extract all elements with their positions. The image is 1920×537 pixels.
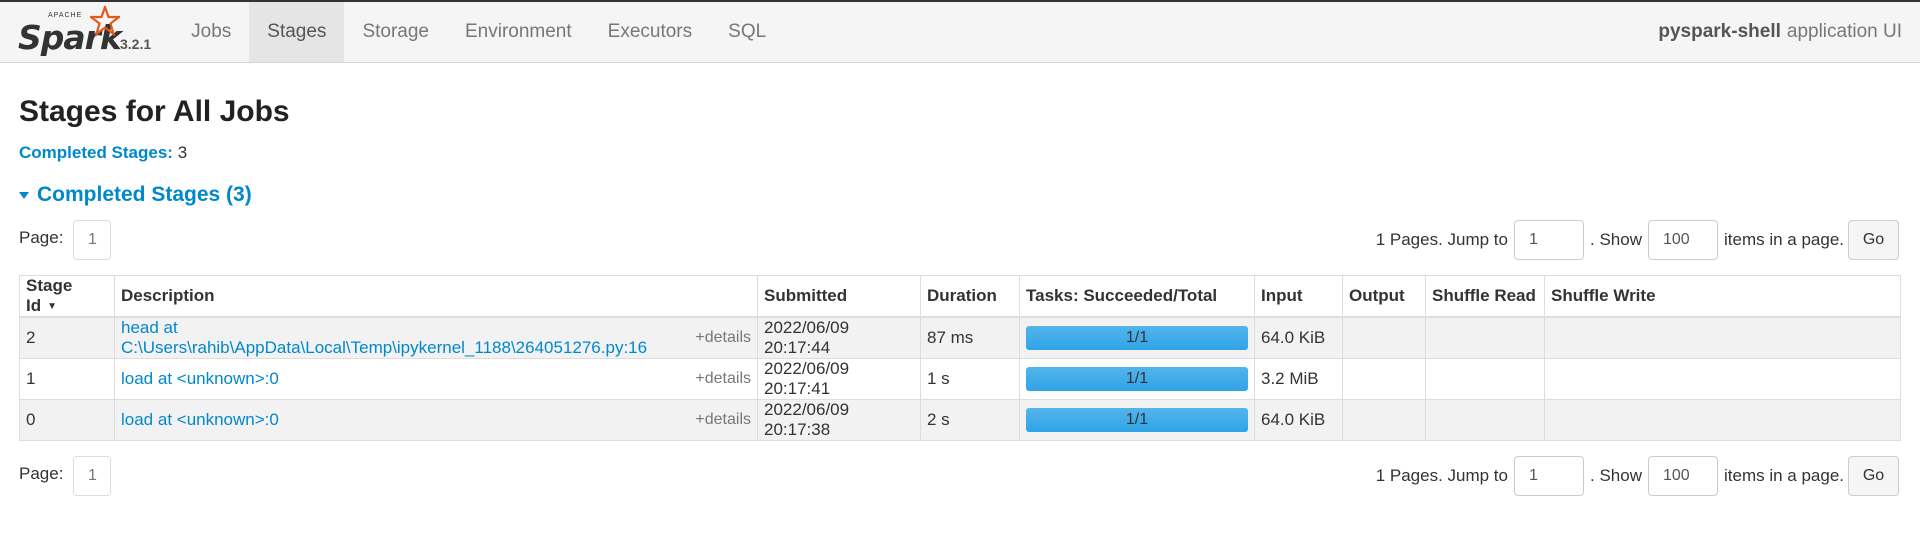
description-cell: load at <unknown>:0 +details <box>114 358 758 400</box>
show-text: . Show <box>1590 466 1642 485</box>
duration-cell: 2 s <box>920 399 1020 441</box>
shuffle-write-cell <box>1544 316 1901 359</box>
pager-top: Page: 1 1 Pages. Jump to . Show items in… <box>19 217 1901 263</box>
page-title: Stages for All Jobs <box>19 95 290 128</box>
completed-stages-link[interactable]: Completed Stages: <box>19 143 173 162</box>
items-text: items in a page. <box>1723 230 1844 249</box>
spark-star-icon <box>90 6 120 36</box>
tab-stages[interactable]: Stages <box>249 2 345 62</box>
description-link[interactable]: head at C:\Users\rahib\AppData\Local\Tem… <box>121 318 695 358</box>
app-title: pyspark-shell application UI <box>1658 2 1902 62</box>
output-cell <box>1342 399 1426 441</box>
shuffle-read-cell <box>1425 358 1545 400</box>
stage-id-cell: 2 <box>19 316 115 359</box>
input-cell: 3.2 MiB <box>1254 358 1343 400</box>
submitted-cell: 2022/06/09 20:17:44 <box>757 316 921 359</box>
description-cell: head at C:\Users\rahib\AppData\Local\Tem… <box>114 316 758 359</box>
header-output[interactable]: Output <box>1342 275 1426 318</box>
header-shuffle-write[interactable]: Shuffle Write <box>1544 275 1901 318</box>
tasks-progress-bar: 1/1 <box>1026 326 1248 350</box>
pages-text: 1 Pages. Jump to <box>1375 230 1508 249</box>
show-text: . Show <box>1590 230 1642 249</box>
table-row: 1 load at <unknown>:0 +details 2022/06/09… <box>19 358 1901 400</box>
shuffle-read-cell <box>1425 316 1545 359</box>
page-size-input[interactable] <box>1647 456 1718 496</box>
tasks-cell: 1/1 <box>1019 358 1255 400</box>
page-button[interactable]: 1 <box>73 456 112 496</box>
description-cell: load at <unknown>:0 +details <box>114 399 758 441</box>
tab-executors[interactable]: Executors <box>590 2 710 62</box>
header-duration[interactable]: Duration <box>920 275 1020 318</box>
tasks-cell: 1/1 <box>1019 316 1255 359</box>
page-size-input[interactable] <box>1647 220 1718 260</box>
tab-sql[interactable]: SQL <box>710 2 784 62</box>
go-button[interactable]: Go <box>1848 220 1899 260</box>
duration-cell: 87 ms <box>920 316 1020 359</box>
tasks-progress-bar: 1/1 <box>1026 367 1248 391</box>
header-stage-id[interactable]: Stage Id ▼ <box>19 275 115 318</box>
stages-table: Stage Id ▼ Description Submitted Duration… <box>19 275 1901 441</box>
page-button[interactable]: 1 <box>73 220 112 260</box>
app-suffix: application UI <box>1786 21 1902 42</box>
header-input[interactable]: Input <box>1254 275 1343 318</box>
page-label: Page: <box>19 464 64 483</box>
jump-to-input[interactable] <box>1514 456 1584 496</box>
table-row: 0 load at <unknown>:0 +details 2022/06/09… <box>19 399 1901 441</box>
header-shuffle-read[interactable]: Shuffle Read <box>1425 275 1545 318</box>
description-link[interactable]: load at <unknown>:0 <box>121 410 279 430</box>
table-row: 2 head at C:\Users\rahib\AppData\Local\T… <box>19 316 1901 359</box>
collapse-triangle-icon <box>19 191 29 199</box>
sort-descending-icon: ▼ <box>47 301 58 313</box>
details-toggle[interactable]: +details <box>695 370 751 388</box>
completed-stages-toggle[interactable]: Completed Stages (3) <box>19 183 1901 207</box>
tab-storage[interactable]: Storage <box>344 2 447 62</box>
stage-id-cell: 1 <box>19 358 115 400</box>
input-cell: 64.0 KiB <box>1254 316 1343 359</box>
output-cell <box>1342 316 1426 359</box>
header-description[interactable]: Description <box>114 275 758 318</box>
details-toggle[interactable]: +details <box>695 411 751 429</box>
completed-stages-count: 3 <box>177 143 188 162</box>
stages-summary: Completed Stages: 3 <box>19 143 1901 163</box>
tab-environment[interactable]: Environment <box>447 2 590 62</box>
tasks-cell: 1/1 <box>1019 399 1255 441</box>
submitted-cell: 2022/06/09 20:17:38 <box>757 399 921 441</box>
page-label: Page: <box>19 228 64 247</box>
submitted-cell: 2022/06/09 20:17:41 <box>757 358 921 400</box>
spark-logo[interactable]: APACHE Spark 3.2.1 <box>0 2 173 62</box>
details-toggle[interactable]: +details <box>695 329 751 347</box>
duration-cell: 1 s <box>920 358 1020 400</box>
input-cell: 64.0 KiB <box>1254 399 1343 441</box>
pages-text: 1 Pages. Jump to <box>1375 466 1508 485</box>
table-header-row: Stage Id ▼ Description Submitted Duration… <box>19 275 1901 318</box>
header-submitted[interactable]: Submitted <box>757 275 921 318</box>
main-content: Stages for All Jobs Completed Stages: 3 … <box>0 95 1920 499</box>
shuffle-read-cell <box>1425 399 1545 441</box>
go-button[interactable]: Go <box>1848 456 1899 496</box>
top-navbar: APACHE Spark 3.2.1 Jobs Stages Storage E… <box>0 0 1920 63</box>
section-title: Completed Stages (3) <box>37 183 252 206</box>
items-text: items in a page. <box>1723 466 1844 485</box>
tab-jobs[interactable]: Jobs <box>173 2 249 62</box>
stage-id-cell: 0 <box>19 399 115 441</box>
shuffle-write-cell <box>1544 358 1901 400</box>
description-link[interactable]: load at <unknown>:0 <box>121 369 279 389</box>
header-tasks[interactable]: Tasks: Succeeded/Total <box>1019 275 1255 318</box>
pager-bottom: Page: 1 1 Pages. Jump to . Show items in… <box>19 453 1901 499</box>
shuffle-write-cell <box>1544 399 1901 441</box>
jump-to-input[interactable] <box>1514 220 1584 260</box>
output-cell <box>1342 358 1426 400</box>
spark-version: 3.2.1 <box>120 36 152 52</box>
tasks-progress-bar: 1/1 <box>1026 408 1248 432</box>
app-name: pyspark-shell <box>1658 21 1781 42</box>
